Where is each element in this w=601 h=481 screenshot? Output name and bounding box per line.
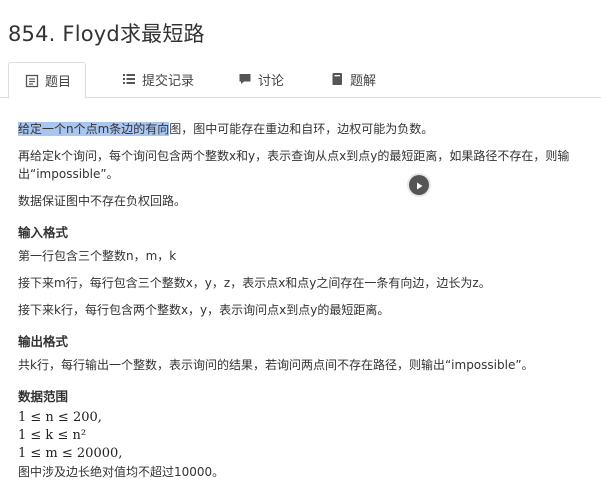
tab-bar: 题目 提交记录 讨论 题解 bbox=[0, 62, 601, 99]
problem-content: 给定一个n个点m条边的有向图，图中可能存在重边和自环，边权可能为负数。 再给定k… bbox=[18, 120, 588, 481]
list-icon bbox=[122, 72, 136, 86]
problem-paragraph-2: 再给定k个询问，每个询问包含两个整数x和y，表示查询从点x到点y的最短距离，如果… bbox=[18, 149, 570, 181]
tab-submissions[interactable]: 提交记录 bbox=[122, 62, 194, 96]
selected-text[interactable]: 给定一个n个点m条边的有向 bbox=[18, 122, 170, 136]
tab-discussion[interactable]: 讨论 bbox=[238, 62, 284, 96]
page-title: 854. Floyd求最短路 bbox=[8, 22, 205, 46]
input-line-2: 接下来m行，每行包含三个整数x，y，z，表示点x和点y之间存在一条有向边，边长为… bbox=[18, 276, 491, 290]
tab-solutions-label: 题解 bbox=[350, 73, 377, 89]
range-line-2: 1 ≤ k ≤ n² bbox=[18, 428, 87, 443]
input-line-1: 第一行包含三个整数n，m，k bbox=[18, 249, 177, 263]
input-line-3: 接下来k行，每行包含两个整数x，y，表示询问点x到点y的最短距离。 bbox=[18, 303, 390, 317]
range-line-1: 1 ≤ n ≤ 200, bbox=[18, 410, 102, 425]
book-icon bbox=[330, 72, 344, 86]
tab-discussion-label: 讨论 bbox=[258, 73, 285, 89]
play-icon bbox=[414, 176, 424, 195]
tab-solutions[interactable]: 题解 bbox=[330, 62, 376, 96]
problem-paragraph-3: 数据保证图中不存在负权回路。 bbox=[18, 194, 187, 208]
output-format-title: 输出格式 bbox=[18, 334, 69, 349]
play-button[interactable] bbox=[409, 175, 429, 195]
problem-paragraph-1: 给定一个n个点m条边的有向图，图中可能存在重边和自环，边权可能为负数。 bbox=[18, 120, 588, 138]
paragraph-1-rest: 图，图中可能存在重边和自环，边权可能为负数。 bbox=[169, 122, 434, 136]
tab-problem-label: 题目 bbox=[45, 75, 72, 90]
document-icon bbox=[25, 74, 39, 88]
input-format-title: 输入格式 bbox=[18, 225, 69, 240]
tab-submissions-label: 提交记录 bbox=[142, 73, 195, 89]
tab-problem[interactable]: 题目 bbox=[8, 62, 87, 99]
range-line-4: 图中涉及边长绝对值均不超过10000。 bbox=[18, 465, 225, 479]
range-line-3: 1 ≤ m ≤ 20000, bbox=[18, 446, 123, 461]
chat-icon bbox=[238, 72, 252, 86]
data-range-title: 数据范围 bbox=[18, 389, 69, 404]
output-line-1: 共k行，每行输出一个整数，表示询问的结果，若询问两点间不存在路径，则输出“imp… bbox=[18, 358, 534, 372]
